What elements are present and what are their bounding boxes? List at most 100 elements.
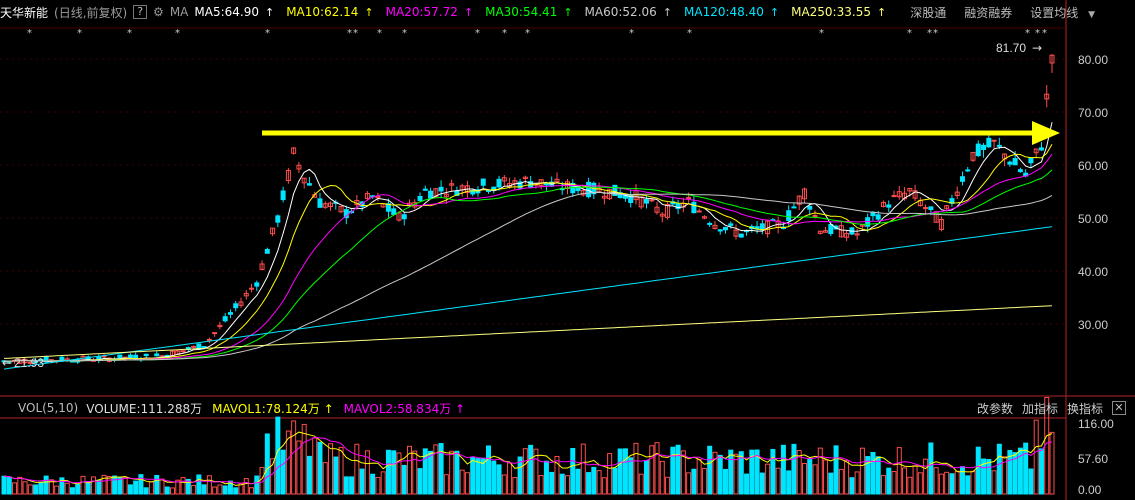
candle-body (486, 189, 492, 192)
volume-bar (675, 444, 681, 495)
event-marker: * (475, 28, 480, 39)
close-icon[interactable]: ✕ (1112, 401, 1126, 415)
volume-bar (954, 470, 960, 495)
event-marker: * (1042, 28, 1047, 39)
volume-bar (459, 469, 465, 495)
volume-label: VOL(5,10) (18, 401, 79, 415)
volume-bar (391, 450, 397, 495)
candle-body (201, 346, 207, 349)
ma250-line (3, 305, 1053, 359)
volume-bar (817, 447, 823, 495)
event-marker: * (27, 28, 32, 39)
volume-ma-lines (3, 431, 1053, 486)
volume-bar (96, 479, 102, 495)
volume-bar (564, 475, 570, 495)
candle-body (233, 303, 239, 309)
event-marker: * (502, 28, 507, 39)
mavol1-line (3, 431, 1053, 486)
volume-tick: 116.00 (1078, 417, 1114, 431)
volume-bar (949, 473, 955, 495)
event-marker: * (127, 28, 132, 39)
volume-bar (543, 460, 549, 495)
volume-bar (770, 448, 776, 495)
volume-bar (159, 478, 165, 495)
volume-bar (106, 476, 112, 495)
event-markers: * * * * * * * * * * * * * * * * * * * * * (27, 28, 1047, 39)
volume-bar (559, 473, 565, 495)
volume-value: VOLUME:111.288万 (86, 401, 203, 416)
candle-body (391, 208, 397, 215)
event-marker: * (1025, 28, 1030, 39)
volume-bar (486, 445, 492, 495)
volume-bar (596, 470, 602, 495)
volume-bar (654, 442, 660, 495)
volume-bar (1033, 419, 1039, 495)
volume-bar (85, 481, 91, 495)
volume-bar (148, 481, 154, 495)
volume-bar (1049, 431, 1055, 495)
volume-bar (280, 449, 286, 495)
volume-bar (833, 445, 839, 495)
volume-bar (333, 456, 339, 495)
candle-body (275, 215, 281, 223)
candle-body (886, 204, 892, 208)
grid-lines (0, 58, 1066, 325)
ma10-line (4, 143, 1053, 362)
volume-bar (759, 472, 765, 495)
edit-params-button[interactable]: 改参数 (977, 400, 1013, 417)
volume-bar (649, 445, 655, 495)
volume-bar (522, 448, 528, 495)
event-marker: * (819, 28, 824, 39)
price-axis: 80.00 70.00 60.00 50.00 40.00 30.00 116.… (0, 0, 1135, 500)
candle-body (254, 282, 260, 287)
volume-bar (491, 460, 497, 495)
candle-body (180, 350, 186, 353)
volume-bar (775, 467, 781, 495)
volume-bar (549, 471, 555, 495)
volume-bar (496, 464, 502, 495)
candle-body (206, 338, 212, 341)
volume-tick: 57.60 (1078, 452, 1108, 466)
volume-bar (54, 485, 60, 495)
price-tick: 80.00 (1078, 53, 1108, 67)
volume-bar (43, 475, 49, 495)
volume-bar (354, 443, 360, 495)
ma5-line (4, 122, 1053, 362)
volume-bar (744, 473, 750, 495)
kline-chart[interactable]: * * * * * * * * * * * * * * * * * * * * * 81.70 → ← 21.93 80… (0, 0, 1135, 500)
volume-bar (638, 473, 644, 495)
volume-bar (338, 446, 344, 495)
candle-body (986, 137, 992, 148)
volume-bar (601, 477, 607, 495)
volume-bar (306, 455, 312, 495)
volume-bar (917, 472, 923, 495)
volume-bar (696, 459, 702, 495)
volume-bar (612, 467, 618, 495)
volume-bar (449, 450, 455, 495)
event-marker: * (687, 28, 692, 39)
volume-bar (75, 484, 81, 495)
candle-body (959, 176, 965, 182)
volume-bar (633, 442, 639, 495)
price-tick: 70.00 (1078, 106, 1108, 120)
event-marker: * (377, 28, 382, 39)
volume-bar (765, 463, 771, 495)
volume-bar (933, 467, 939, 495)
volume-bar (217, 484, 223, 495)
candle-body (306, 183, 312, 186)
candle-body (975, 143, 981, 157)
high-price-label: 81.70 (996, 41, 1026, 55)
volume-bar (464, 472, 470, 495)
candle-body (722, 226, 728, 231)
volume-bar (586, 472, 592, 495)
candle-body (422, 188, 428, 191)
add-indicator-button[interactable]: 加指标 (1022, 400, 1058, 417)
candle-body (707, 222, 713, 225)
switch-indicator-button[interactable]: 换指标 (1067, 400, 1103, 417)
candle-body (586, 181, 592, 198)
volume-bar (475, 458, 481, 495)
volume-bar (301, 423, 307, 495)
candle-body (428, 190, 434, 199)
candle-body (981, 144, 987, 151)
volume-bar (786, 470, 792, 495)
